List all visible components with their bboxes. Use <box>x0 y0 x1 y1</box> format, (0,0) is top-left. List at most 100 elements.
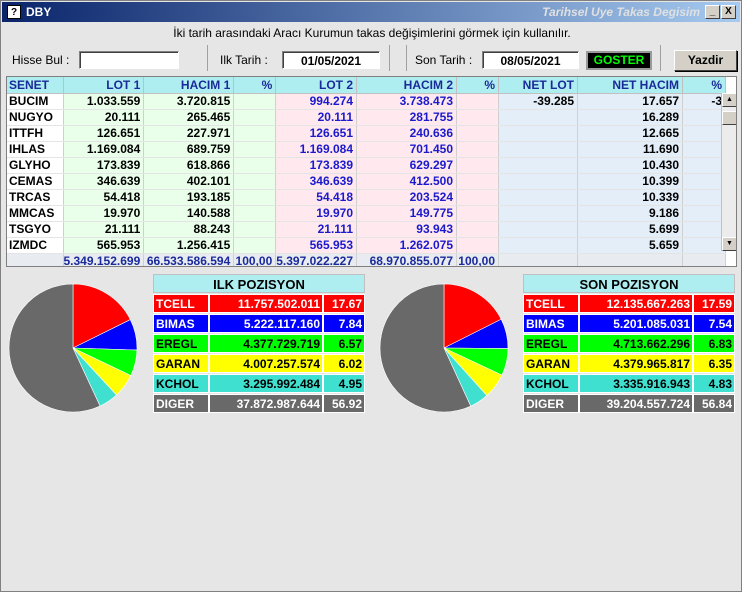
legend-pct: 17.67 <box>323 294 365 313</box>
table-cell: 173.839 <box>63 157 145 174</box>
table-cell <box>498 221 578 238</box>
table-row[interactable]: TSGYO 21.111 88.243 21.111 93.943 5.699 <box>7 221 726 238</box>
table-row[interactable]: NUGYO 20.111 265.465 20.111 281.755 16.289 <box>7 109 726 126</box>
table-row[interactable]: IHLAS 1.169.084 689.759 1.169.084 701.450 11.… <box>7 141 726 158</box>
legend-name: EREGL <box>523 334 579 353</box>
legend-name: EREGL <box>153 334 209 353</box>
scroll-down-icon[interactable]: ▼ <box>722 237 736 251</box>
column-header[interactable]: LOT 2 <box>275 77 357 94</box>
table-cell <box>456 205 499 222</box>
table-cell <box>233 157 277 174</box>
table-row[interactable]: TRCAS 54.418 193.185 54.418 203.524 10.339 <box>7 189 726 206</box>
table-cell <box>456 125 499 142</box>
table-row[interactable]: MMCAS 19.970 140.588 19.970 149.775 9.186 <box>7 205 726 222</box>
column-header[interactable]: HACIM 2 <box>356 77 457 94</box>
title-bar[interactable]: ? DBY Tarihsel Uye Takas Degisim _ X <box>2 2 740 22</box>
hisse-search-input[interactable] <box>79 51 179 69</box>
table-cell: -3 <box>682 93 726 110</box>
vertical-scrollbar[interactable]: ▲ ▼ <box>721 93 736 251</box>
minimize-icon[interactable]: _ <box>705 5 720 19</box>
table-cell <box>498 189 578 206</box>
son-tarih-label: Son Tarih : <box>415 53 473 67</box>
table-cell <box>682 173 726 190</box>
column-header[interactable]: % <box>233 77 277 94</box>
table-cell: 9.186 <box>577 205 683 222</box>
ilk-pozisyon-title: ILK POZISYON <box>153 274 365 293</box>
yazdir-button[interactable]: Yazdir <box>674 50 737 71</box>
column-header[interactable]: NET LOT <box>498 77 578 94</box>
son-tarih-input[interactable]: 08/05/2021 <box>482 51 579 69</box>
table-row[interactable]: IZMDC 565.953 1.256.415 565.953 1.262.075 5.6… <box>7 237 726 254</box>
table-row[interactable]: GLYHO 173.839 618.866 173.839 629.297 10.430 <box>7 157 726 174</box>
table-row[interactable]: BUCIM 1.033.559 3.720.815 994.274 3.738.473 -… <box>7 93 726 110</box>
legend-pct: 56.92 <box>323 394 365 413</box>
legend-pct: 6.83 <box>693 334 735 353</box>
legend-value: 4.007.257.574 <box>209 354 323 373</box>
total-cell <box>498 253 578 266</box>
legend-pct: 17.59 <box>693 294 735 313</box>
column-header[interactable]: LOT 1 <box>63 77 145 94</box>
table-cell: CEMAS <box>7 173 64 190</box>
table-cell: 19.970 <box>63 205 145 222</box>
table-cell: 5.659 <box>577 237 683 254</box>
legend-row: EREGL 4.713.662.296 6.83 <box>523 334 735 353</box>
legend-value: 3.335.916.943 <box>579 374 693 393</box>
app-icon[interactable]: ? <box>7 5 21 19</box>
table-cell: 88.243 <box>143 221 235 238</box>
window-title: Tarihsel Uye Takas Degisim <box>542 5 700 19</box>
table-cell: IZMDC <box>7 237 64 254</box>
table-cell <box>498 237 578 254</box>
table-cell <box>233 205 277 222</box>
table-cell: 265.465 <box>143 109 235 126</box>
legend-row: BIMAS 5.201.085.031 7.54 <box>523 314 735 333</box>
ilk-tarih-input[interactable]: 01/05/2021 <box>282 51 380 69</box>
takas-table[interactable]: SENET LOT 1 HACIM 1% LOT 2 HACIM 2% NET LOT NE… <box>6 76 737 267</box>
total-cell: 5.397.022.227 <box>275 253 357 266</box>
table-cell <box>682 109 726 126</box>
table-cell: 689.759 <box>143 141 235 158</box>
table-cell: 149.775 <box>356 205 457 222</box>
legend-value: 4.713.662.296 <box>579 334 693 353</box>
table-cell <box>682 141 726 158</box>
divider <box>660 45 661 71</box>
close-icon[interactable]: X <box>721 5 736 19</box>
table-cell: 5.699 <box>577 221 683 238</box>
table-cell: 193.185 <box>143 189 235 206</box>
goster-button[interactable]: GOSTER <box>586 51 652 70</box>
column-header[interactable]: % <box>456 77 499 94</box>
column-header[interactable]: % <box>682 77 726 94</box>
scroll-thumb[interactable] <box>722 111 736 125</box>
table-cell <box>682 205 726 222</box>
column-header[interactable]: NET HACIM <box>577 77 683 94</box>
legend-value: 5.222.117.160 <box>209 314 323 333</box>
table-cell: 1.169.084 <box>63 141 145 158</box>
son-pozisyon-pie-chart <box>379 283 509 413</box>
table-cell: 1.033.559 <box>63 93 145 110</box>
info-text: İki tarih arasındaki Aracı Kurumun takas… <box>173 26 571 40</box>
scroll-up-icon[interactable]: ▲ <box>722 93 736 107</box>
table-cell: 12.665 <box>577 125 683 142</box>
ilk-pozisyon-legend: ILK POZISYON TCELL 11.757.502.011 17.67 BIM… <box>153 274 365 413</box>
table-cell <box>233 141 277 158</box>
legend-row: GARAN 4.379.965.817 6.35 <box>523 354 735 373</box>
table-cell: 10.399 <box>577 173 683 190</box>
total-cell: 100,00 <box>456 253 499 266</box>
table-cell: ITTFH <box>7 125 64 142</box>
table-cell: 346.639 <box>63 173 145 190</box>
table-cell <box>682 189 726 206</box>
table-cell: 701.450 <box>356 141 457 158</box>
legend-pct: 4.95 <box>323 374 365 393</box>
table-cell <box>498 205 578 222</box>
legend-row: TCELL 12.135.667.263 17.59 <box>523 294 735 313</box>
table-cell: 227.971 <box>143 125 235 142</box>
column-header[interactable]: SENET <box>7 77 64 94</box>
column-header[interactable]: HACIM 1 <box>143 77 235 94</box>
table-cell <box>456 173 499 190</box>
table-cell <box>233 93 277 110</box>
legend-pct: 6.35 <box>693 354 735 373</box>
table-cell: 3.720.815 <box>143 93 235 110</box>
table-cell: 54.418 <box>275 189 357 206</box>
table-row[interactable]: ITTFH 126.651 227.971 126.651 240.636 12.665 <box>7 125 726 142</box>
table-row[interactable]: CEMAS 346.639 402.101 346.639 412.500 10.399 <box>7 173 726 190</box>
app-name: DBY <box>26 5 52 19</box>
